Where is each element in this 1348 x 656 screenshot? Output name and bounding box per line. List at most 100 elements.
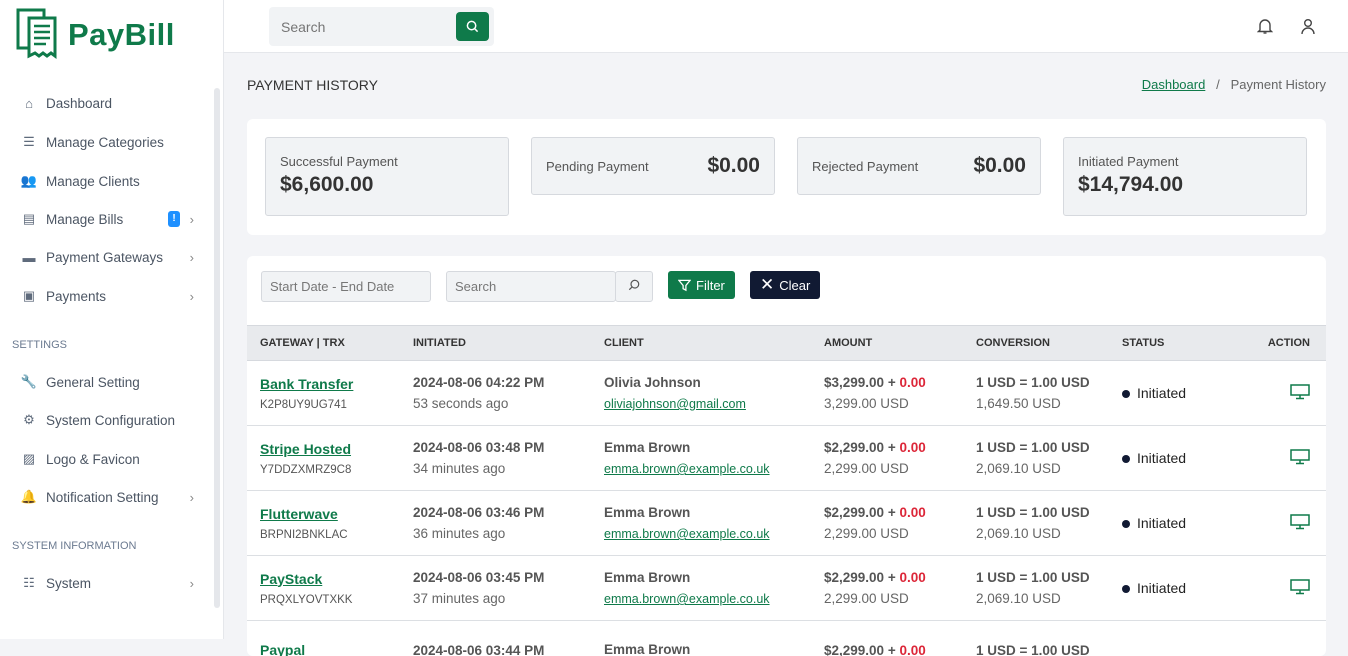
client-email-link[interactable]: emma.brown@example.co.uk — [604, 592, 811, 606]
image-icon: ▨ — [20, 451, 38, 467]
payment-history-panel: Start Date - End Date Search Filter ✕Cle… — [247, 256, 1326, 656]
gateway-link[interactable]: PayStack — [260, 571, 322, 587]
date-range-input[interactable]: Start Date - End Date — [261, 271, 431, 302]
sidebar-item-payment-gateways[interactable]: ▬Payment Gateways› — [20, 250, 200, 265]
table-row: FlutterwaveBRPNI2BNKLAC 2024-08-06 03:46… — [247, 491, 1326, 556]
action-cell — [1229, 556, 1326, 621]
status-dot-icon — [1122, 585, 1130, 593]
initiated-cell: 2024-08-06 04:22 PM53 seconds ago — [400, 361, 591, 426]
stat-label: Initiated Payment — [1078, 154, 1292, 169]
filter-button[interactable]: Filter — [668, 271, 735, 299]
system-info-section-label: SYSTEM INFORMATION — [12, 540, 136, 552]
client-name: Emma Brown — [604, 570, 811, 585]
sidebar-item-manage-clients[interactable]: 👥 Manage Clients — [20, 173, 200, 189]
alert-badge: ! — [168, 211, 180, 227]
initiated-cell: 2024-08-06 03:46 PM36 minutes ago — [400, 491, 591, 556]
amount: $2,299.00 — [824, 643, 884, 656]
charge: 0.00 — [899, 375, 925, 390]
sidebar-item-general-setting[interactable]: 🔧General Setting — [20, 374, 200, 390]
client-name: Emma Brown — [604, 642, 811, 656]
plus-sign: + — [888, 505, 896, 520]
client-name: Olivia Johnson — [604, 375, 811, 390]
gateway-cell: Paypal — [247, 621, 400, 656]
converted-amount: 2,069.10 USD — [976, 526, 1109, 541]
sidebar-item-system-configuration[interactable]: ⚙System Configuration — [20, 412, 200, 428]
monitor-icon[interactable] — [1290, 384, 1310, 400]
stat-value: $0.00 — [707, 154, 760, 178]
column-header: INITIATED — [400, 326, 591, 361]
sidebar-item-logo-favicon[interactable]: ▨ Logo & Favicon — [20, 451, 200, 467]
initiated-date: 2024-08-06 03:45 PM — [413, 570, 591, 585]
sidebar-item-label: Payments — [46, 289, 106, 304]
status-dot-icon — [1122, 455, 1130, 463]
sidebar-item-label: Manage Clients — [46, 174, 140, 189]
table-row: PayStackPRQXLYOVTXKK 2024-08-06 03:45 PM… — [247, 556, 1326, 621]
sidebar-scrollbar[interactable] — [214, 88, 220, 608]
client-email-link[interactable]: emma.brown@example.co.uk — [604, 462, 811, 476]
sidebar-item-label: Logo & Favicon — [46, 452, 140, 467]
breadcrumb-current: Payment History — [1231, 77, 1326, 92]
client-email-link[interactable]: emma.brown@example.co.uk — [604, 527, 811, 541]
sidebar-item-payments[interactable]: ▣Payments› — [20, 288, 200, 304]
conversion-cell: 1 USD = 1.00 USD2,069.10 USD — [963, 556, 1109, 621]
clear-button[interactable]: ✕Clear — [750, 271, 820, 299]
gateway-cell: Stripe HostedY7DDZXMRZ9C8 — [247, 426, 400, 491]
gateway-cell: FlutterwaveBRPNI2BNKLAC — [247, 491, 400, 556]
status-cell: Initiated — [1109, 361, 1229, 426]
initiated-date: 2024-08-06 03:46 PM — [413, 505, 591, 520]
sidebar-item-system[interactable]: ☷System› — [20, 575, 200, 591]
sidebar-item-label: System Configuration — [46, 413, 175, 428]
gateway-link[interactable]: Stripe Hosted — [260, 441, 351, 457]
total-amount: 2,299.00 USD — [824, 526, 963, 541]
total-amount: 3,299.00 USD — [824, 396, 963, 411]
monitor-icon[interactable] — [1290, 449, 1310, 465]
client-cell: Emma Brown emma.brown@example.co.uk — [591, 556, 811, 621]
table-row: Bank TransferK2P8UY9UG741 2024-08-06 04:… — [247, 361, 1326, 426]
initiated-cell: 2024-08-06 03:44 PM — [400, 621, 591, 656]
column-header: ACTION — [1229, 326, 1326, 361]
amount: $2,299.00 — [824, 505, 884, 520]
action-cell — [1229, 426, 1326, 491]
monitor-icon[interactable] — [1290, 514, 1310, 530]
logo[interactable]: PayBill — [16, 8, 175, 62]
gateway-link[interactable]: Paypal — [260, 642, 305, 656]
initiated-cell: 2024-08-06 03:48 PM34 minutes ago — [400, 426, 591, 491]
amount-cell: $2,299.00 + 0.002,299.00 USD — [811, 556, 963, 621]
wrench-icon: 🔧 — [20, 374, 38, 390]
column-header: GATEWAY | TRX — [247, 326, 400, 361]
sidebar-item-label: Manage Bills — [46, 212, 123, 227]
table-search-button[interactable] — [615, 271, 653, 302]
table-search-input[interactable]: Search — [446, 271, 616, 302]
receipt-logo-icon — [16, 8, 60, 62]
users-icon: 👥 — [20, 173, 38, 189]
search-button[interactable] — [456, 12, 489, 41]
top-header — [224, 0, 1348, 53]
converted-amount: 2,069.10 USD — [976, 591, 1109, 606]
gateway-link[interactable]: Bank Transfer — [260, 376, 353, 392]
gateway-link[interactable]: Flutterwave — [260, 506, 338, 522]
sidebar-item-notification-setting[interactable]: 🔔Notification Setting› — [20, 489, 200, 505]
bell-icon[interactable] — [1257, 18, 1273, 35]
sidebar-item-manage-categories[interactable]: ☰Manage Categories — [20, 134, 200, 150]
amount-cell: $2,299.00 + 0.002,299.00 USD — [811, 491, 963, 556]
status-dot-icon — [1122, 390, 1130, 398]
payment-stats: Successful Payment$6,600.00 Pending Paym… — [247, 119, 1326, 235]
column-header: CLIENT — [591, 326, 811, 361]
user-icon[interactable] — [1300, 18, 1316, 35]
page-title: PAYMENT HISTORY — [247, 77, 378, 93]
stat-value: $14,794.00 — [1078, 173, 1292, 197]
search-icon — [628, 279, 640, 291]
money-icon: ▣ — [20, 288, 38, 304]
sidebar-item-manage-bills[interactable]: ▤Manage Bills!› — [20, 211, 200, 227]
breadcrumb-dashboard-link[interactable]: Dashboard — [1142, 77, 1206, 92]
monitor-icon[interactable] — [1290, 579, 1310, 595]
header-search-input[interactable] — [269, 7, 449, 46]
filter-label: Filter — [696, 278, 725, 293]
clear-label: Clear — [779, 278, 810, 293]
conversion-cell: 1 USD = 1.00 USD2,069.10 USD — [963, 426, 1109, 491]
conversion-rate: 1 USD = 1.00 USD — [976, 643, 1109, 656]
sidebar-item-dashboard[interactable]: ⌂Dashboard — [20, 96, 200, 111]
client-email-link[interactable]: oliviajohnson@gmail.com — [604, 397, 811, 411]
total-amount: 2,299.00 USD — [824, 591, 963, 606]
stat-label: Rejected Payment — [812, 159, 918, 174]
